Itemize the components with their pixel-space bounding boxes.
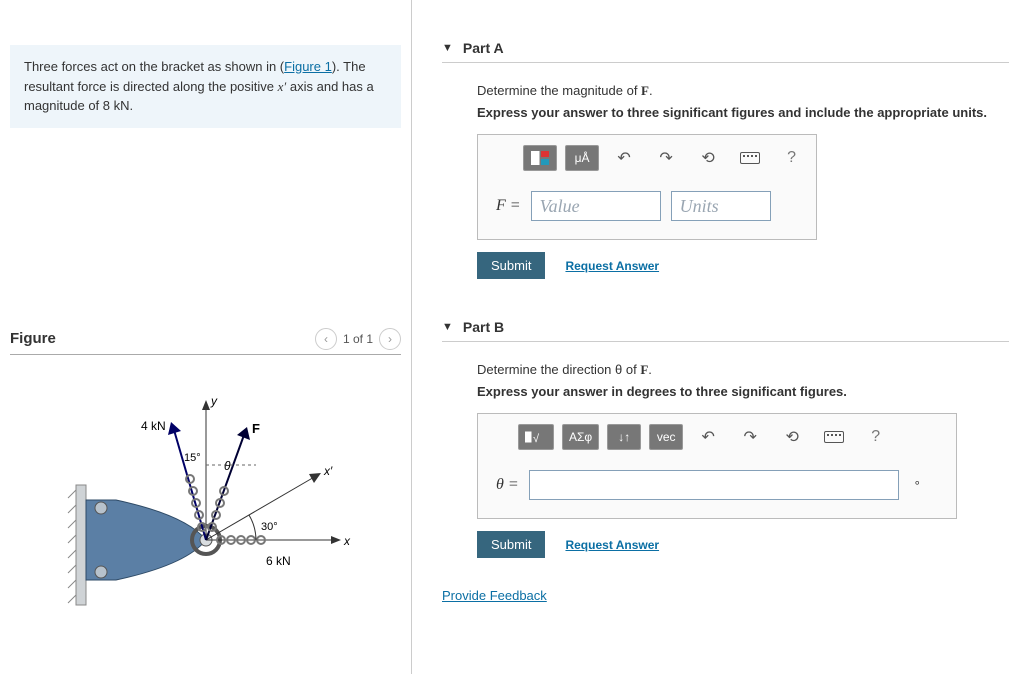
force-6kn-label: 6 kN bbox=[266, 554, 291, 568]
part-a-title: Part A bbox=[463, 40, 504, 56]
figure-link[interactable]: Figure 1 bbox=[284, 59, 332, 74]
svg-text:√: √ bbox=[533, 433, 540, 444]
keyboard-icon[interactable] bbox=[733, 145, 767, 171]
part-a-value-input[interactable]: Value bbox=[531, 191, 661, 221]
part-a-units-input[interactable]: Units bbox=[671, 191, 771, 221]
help-icon[interactable]: ? bbox=[779, 149, 804, 167]
axis-xprime-label: x′ bbox=[323, 464, 333, 478]
reset-icon[interactable]: ⟲ bbox=[775, 424, 809, 450]
sqrt-template-button[interactable]: √ bbox=[518, 424, 554, 450]
part-b-prompt: Determine the direction θ of F. bbox=[477, 362, 1009, 378]
help-icon[interactable]: ? bbox=[863, 428, 888, 446]
figure-diagram: y x x′ 4 kN F bbox=[10, 375, 401, 615]
axis-symbol: x′ bbox=[278, 79, 287, 94]
provide-feedback-link[interactable]: Provide Feedback bbox=[442, 588, 1009, 603]
part-a-submit-button[interactable]: Submit bbox=[477, 252, 545, 279]
axis-x-label: x bbox=[343, 534, 351, 548]
force-4kn-label: 4 kN bbox=[141, 419, 166, 433]
redo-icon[interactable]: ↷ bbox=[649, 145, 683, 171]
part-a-var: F = bbox=[496, 197, 521, 215]
template-button[interactable] bbox=[523, 145, 557, 171]
problem-text: Three forces act on the bracket as shown… bbox=[24, 59, 284, 74]
part-a-header[interactable]: ▼ Part A bbox=[442, 40, 1009, 63]
keyboard-icon[interactable] bbox=[817, 424, 851, 450]
redo-icon[interactable]: ↷ bbox=[733, 424, 767, 450]
part-b-header[interactable]: ▼ Part B bbox=[442, 319, 1009, 342]
figure-header: Figure ‹ 1 of 1 › bbox=[10, 328, 401, 355]
problem-statement: Three forces act on the bracket as shown… bbox=[10, 45, 401, 128]
reset-icon[interactable]: ⟲ bbox=[691, 145, 725, 171]
figure-next-button[interactable]: › bbox=[379, 328, 401, 350]
degree-suffix: ° bbox=[915, 478, 920, 493]
undo-icon[interactable]: ↶ bbox=[691, 424, 725, 450]
figure-title: Figure bbox=[10, 330, 56, 347]
undo-icon[interactable]: ↶ bbox=[607, 145, 641, 171]
force-F-label: F bbox=[252, 421, 260, 436]
problem-text: . bbox=[130, 98, 134, 113]
vec-button[interactable]: vec bbox=[649, 424, 683, 450]
figure-prev-button[interactable]: ‹ bbox=[315, 328, 337, 350]
collapse-icon: ▼ bbox=[442, 321, 453, 333]
subscript-button[interactable]: ↓↑ bbox=[607, 424, 641, 450]
part-a-request-answer[interactable]: Request Answer bbox=[565, 259, 659, 273]
part-a-prompt: Determine the magnitude of F. bbox=[477, 83, 1009, 99]
angle-30-label: 30° bbox=[261, 521, 278, 533]
greek-button[interactable]: ΑΣφ bbox=[562, 424, 599, 450]
part-a-instruction: Express your answer to three significant… bbox=[477, 105, 1009, 120]
part-b-answer-box: √ ΑΣφ ↓↑ vec ↶ ↷ ⟲ ? θ = ° bbox=[477, 413, 957, 519]
magnitude-value: 8 kN bbox=[103, 98, 130, 113]
units-button[interactable]: μÅ bbox=[565, 145, 599, 171]
part-b-instruction: Express your answer in degrees to three … bbox=[477, 384, 1009, 399]
collapse-icon: ▼ bbox=[442, 42, 453, 54]
angle-15-label: 15° bbox=[184, 452, 201, 464]
part-b-var: θ = bbox=[496, 476, 519, 494]
axis-y-label: y bbox=[210, 394, 218, 408]
part-b-title: Part B bbox=[463, 319, 504, 335]
part-b-request-answer[interactable]: Request Answer bbox=[565, 538, 659, 552]
part-b-submit-button[interactable]: Submit bbox=[477, 531, 545, 558]
angle-theta-label: θ bbox=[224, 459, 231, 473]
part-b-value-input[interactable] bbox=[529, 470, 899, 500]
part-a-answer-box: μÅ ↶ ↷ ⟲ ? F = Value Units bbox=[477, 134, 817, 240]
figure-page-indicator: 1 of 1 bbox=[343, 332, 373, 346]
